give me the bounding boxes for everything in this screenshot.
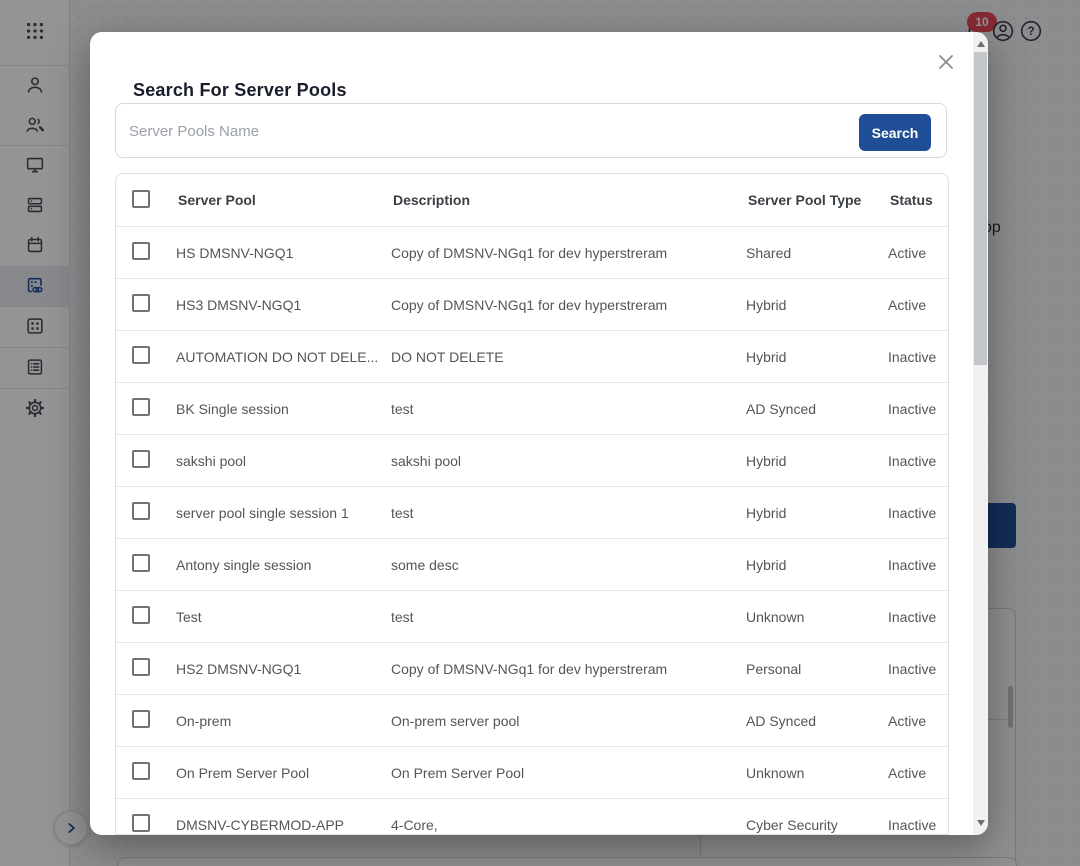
search-server-pools-dialog: Search For Server Pools Search Server Po… — [90, 32, 988, 835]
cell-type: Unknown — [734, 609, 876, 625]
table-row: HS DMSNV-NGQ1Copy of DMSNV-NGq1 for dev … — [116, 226, 948, 278]
cell-type: AD Synced — [734, 713, 876, 729]
row-checkbox[interactable] — [132, 762, 150, 780]
cell-description: some desc — [379, 557, 734, 573]
cell-status: Inactive — [876, 609, 949, 625]
cell-status: Inactive — [876, 817, 949, 833]
row-checkbox[interactable] — [132, 242, 150, 260]
table-row: HS2 DMSNV-NGQ1Copy of DMSNV-NGq1 for dev… — [116, 642, 948, 694]
cell-description: sakshi pool — [379, 453, 734, 469]
column-header-type: Server Pool Type — [734, 192, 876, 208]
row-checkbox[interactable] — [132, 294, 150, 312]
cell-status: Inactive — [876, 401, 949, 417]
cell-type: Hybrid — [734, 557, 876, 573]
table-row: server pool single session 1testHybridIn… — [116, 486, 948, 538]
cell-status: Active — [876, 245, 949, 261]
cell-server-pool: BK Single session — [164, 401, 379, 417]
cell-description: Copy of DMSNV-NGq1 for dev hyperstreram — [379, 245, 734, 261]
cell-description: test — [379, 609, 734, 625]
row-checkbox[interactable] — [132, 502, 150, 520]
table-row: HS3 DMSNV-NGQ1Copy of DMSNV-NGq1 for dev… — [116, 278, 948, 330]
cell-description: DO NOT DELETE — [379, 349, 734, 365]
table-header-row: Server Pool Description Server Pool Type… — [116, 174, 948, 226]
table-row: DMSNV-CYBERMOD-APP4-Core,Cyber SecurityI… — [116, 798, 948, 835]
cell-server-pool: On Prem Server Pool — [164, 765, 379, 781]
table-row: Antony single sessionsome descHybridInac… — [116, 538, 948, 590]
scrollbar-down-arrow-icon[interactable] — [977, 820, 985, 826]
cell-server-pool: HS2 DMSNV-NGQ1 — [164, 661, 379, 677]
cell-server-pool: AUTOMATION DO NOT DELE... — [164, 349, 379, 365]
search-box: Search — [115, 103, 947, 158]
cell-type: Unknown — [734, 765, 876, 781]
column-header-description: Description — [379, 192, 734, 208]
table-row: On-premOn-prem server poolAD SyncedActiv… — [116, 694, 948, 746]
row-checkbox[interactable] — [132, 814, 150, 832]
table-row: On Prem Server PoolOn Prem Server PoolUn… — [116, 746, 948, 798]
row-checkbox[interactable] — [132, 658, 150, 676]
cell-description: Copy of DMSNV-NGq1 for dev hyperstreram — [379, 297, 734, 313]
row-checkbox[interactable] — [132, 346, 150, 364]
scrollbar-thumb[interactable] — [974, 52, 987, 365]
search-input[interactable] — [117, 105, 857, 158]
cell-description: test — [379, 505, 734, 521]
cell-server-pool: On-prem — [164, 713, 379, 729]
cell-type: Hybrid — [734, 453, 876, 469]
cell-type: Hybrid — [734, 505, 876, 521]
cell-status: Inactive — [876, 661, 949, 677]
cell-type: Hybrid — [734, 297, 876, 313]
cell-server-pool: Antony single session — [164, 557, 379, 573]
row-checkbox[interactable] — [132, 606, 150, 624]
cell-description: 4-Core, — [379, 817, 734, 833]
cell-description: On Prem Server Pool — [379, 765, 734, 781]
row-checkbox[interactable] — [132, 450, 150, 468]
application-window: 10 ? op Search For Server Pools — [0, 0, 1080, 866]
cell-type: AD Synced — [734, 401, 876, 417]
table-row: BK Single sessiontestAD SyncedInactive — [116, 382, 948, 434]
cell-type: Hybrid — [734, 349, 876, 365]
cell-server-pool: DMSNV-CYBERMOD-APP — [164, 817, 379, 833]
search-button[interactable]: Search — [859, 114, 931, 151]
row-checkbox[interactable] — [132, 554, 150, 572]
cell-server-pool: HS DMSNV-NGQ1 — [164, 245, 379, 261]
cell-server-pool: server pool single session 1 — [164, 505, 379, 521]
cell-type: Cyber Security — [734, 817, 876, 833]
table-row: AUTOMATION DO NOT DELE...DO NOT DELETEHy… — [116, 330, 948, 382]
column-header-status: Status — [876, 192, 949, 208]
cell-server-pool: sakshi pool — [164, 453, 379, 469]
cell-description: On-prem server pool — [379, 713, 734, 729]
cell-server-pool: Test — [164, 609, 379, 625]
cell-description: test — [379, 401, 734, 417]
select-all-checkbox[interactable] — [132, 190, 150, 208]
row-checkbox[interactable] — [132, 710, 150, 728]
dialog-title: Search For Server Pools — [133, 80, 347, 101]
cell-description: Copy of DMSNV-NGq1 for dev hyperstreram — [379, 661, 734, 677]
modal-scrollbar — [973, 32, 988, 835]
column-header-server-pool: Server Pool — [164, 192, 379, 208]
table-row: TesttestUnknownInactive — [116, 590, 948, 642]
cell-type: Personal — [734, 661, 876, 677]
cell-status: Inactive — [876, 505, 949, 521]
cell-status: Inactive — [876, 557, 949, 573]
cell-status: Active — [876, 297, 949, 313]
cell-status: Inactive — [876, 349, 949, 365]
cell-server-pool: HS3 DMSNV-NGQ1 — [164, 297, 379, 313]
cell-status: Active — [876, 713, 949, 729]
cell-status: Inactive — [876, 453, 949, 469]
server-pools-table: Server Pool Description Server Pool Type… — [115, 173, 949, 835]
scrollbar-up-arrow-icon[interactable] — [977, 41, 985, 47]
close-icon[interactable] — [933, 49, 959, 75]
row-checkbox[interactable] — [132, 398, 150, 416]
server-pool-table-body: HS DMSNV-NGQ1Copy of DMSNV-NGq1 for dev … — [116, 226, 948, 835]
cell-type: Shared — [734, 245, 876, 261]
table-row: sakshi poolsakshi poolHybridInactive — [116, 434, 948, 486]
cell-status: Active — [876, 765, 949, 781]
